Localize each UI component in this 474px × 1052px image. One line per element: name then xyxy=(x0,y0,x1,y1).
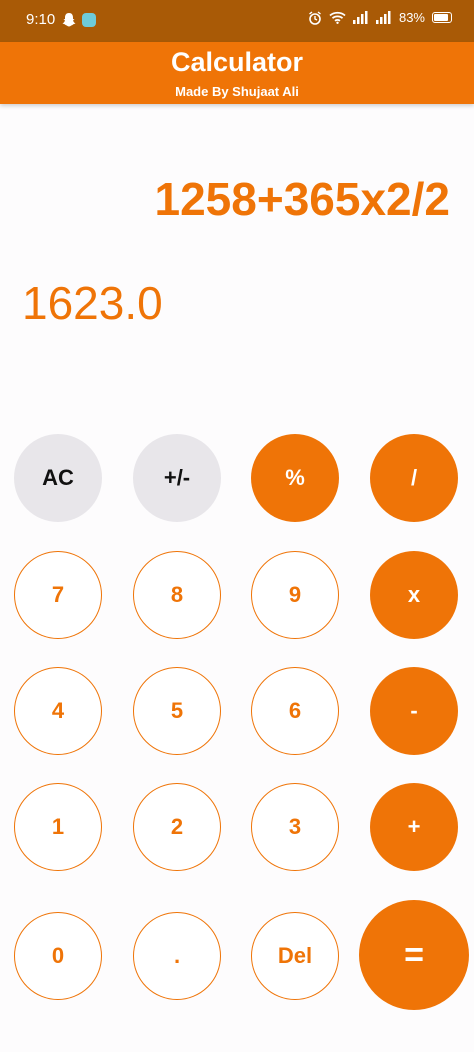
battery-fill xyxy=(434,14,448,21)
result-display: 1623.0 xyxy=(22,277,163,329)
minus-button[interactable]: - xyxy=(370,667,458,755)
delete-button[interactable]: Del xyxy=(251,912,339,1000)
status-right: 83% xyxy=(308,10,452,25)
app-subtitle: Made By Shujaat Ali xyxy=(175,84,299,99)
plus-button[interactable]: + xyxy=(370,783,458,871)
five-button[interactable]: 5 xyxy=(133,667,221,755)
app-bar: Calculator Made By Shujaat Ali xyxy=(0,42,474,104)
nine-button[interactable]: 9 xyxy=(251,551,339,639)
six-button[interactable]: 6 xyxy=(251,667,339,755)
zero-button[interactable]: 0 xyxy=(14,912,102,1000)
one-button[interactable]: 1 xyxy=(14,783,102,871)
multiply-button[interactable]: x xyxy=(370,551,458,639)
ac-button[interactable]: AC xyxy=(14,434,102,522)
calculator-screen: 9:10 83% Calculator Made By Shujaat Ali … xyxy=(0,0,474,1052)
seven-button[interactable]: 7 xyxy=(14,551,102,639)
plus-minus-button[interactable]: +/- xyxy=(133,434,221,522)
percent-button[interactable]: % xyxy=(251,434,339,522)
four-button[interactable]: 4 xyxy=(14,667,102,755)
app-title: Calculator xyxy=(170,47,304,77)
status-time: 9:10 xyxy=(26,11,56,28)
battery-icon xyxy=(432,12,452,23)
expression-display: 1258+365x2/2 xyxy=(154,173,450,225)
eight-button[interactable]: 8 xyxy=(133,551,221,639)
signal-icon xyxy=(352,11,368,24)
notification-icons xyxy=(62,12,96,28)
wifi-icon xyxy=(329,11,346,24)
divide-button[interactable]: / xyxy=(370,434,458,522)
alarm-icon xyxy=(309,10,321,25)
three-button[interactable]: 3 xyxy=(251,783,339,871)
signal-icon-2 xyxy=(375,11,391,24)
snapchat-icon xyxy=(62,13,76,27)
decimal-button[interactable]: . xyxy=(133,912,221,1000)
equals-button[interactable]: = xyxy=(359,900,469,1010)
battery-percent: 83% xyxy=(398,10,425,25)
message-app-icon xyxy=(82,13,96,27)
two-button[interactable]: 2 xyxy=(133,783,221,871)
status-bar: 9:10 83% xyxy=(0,0,474,42)
